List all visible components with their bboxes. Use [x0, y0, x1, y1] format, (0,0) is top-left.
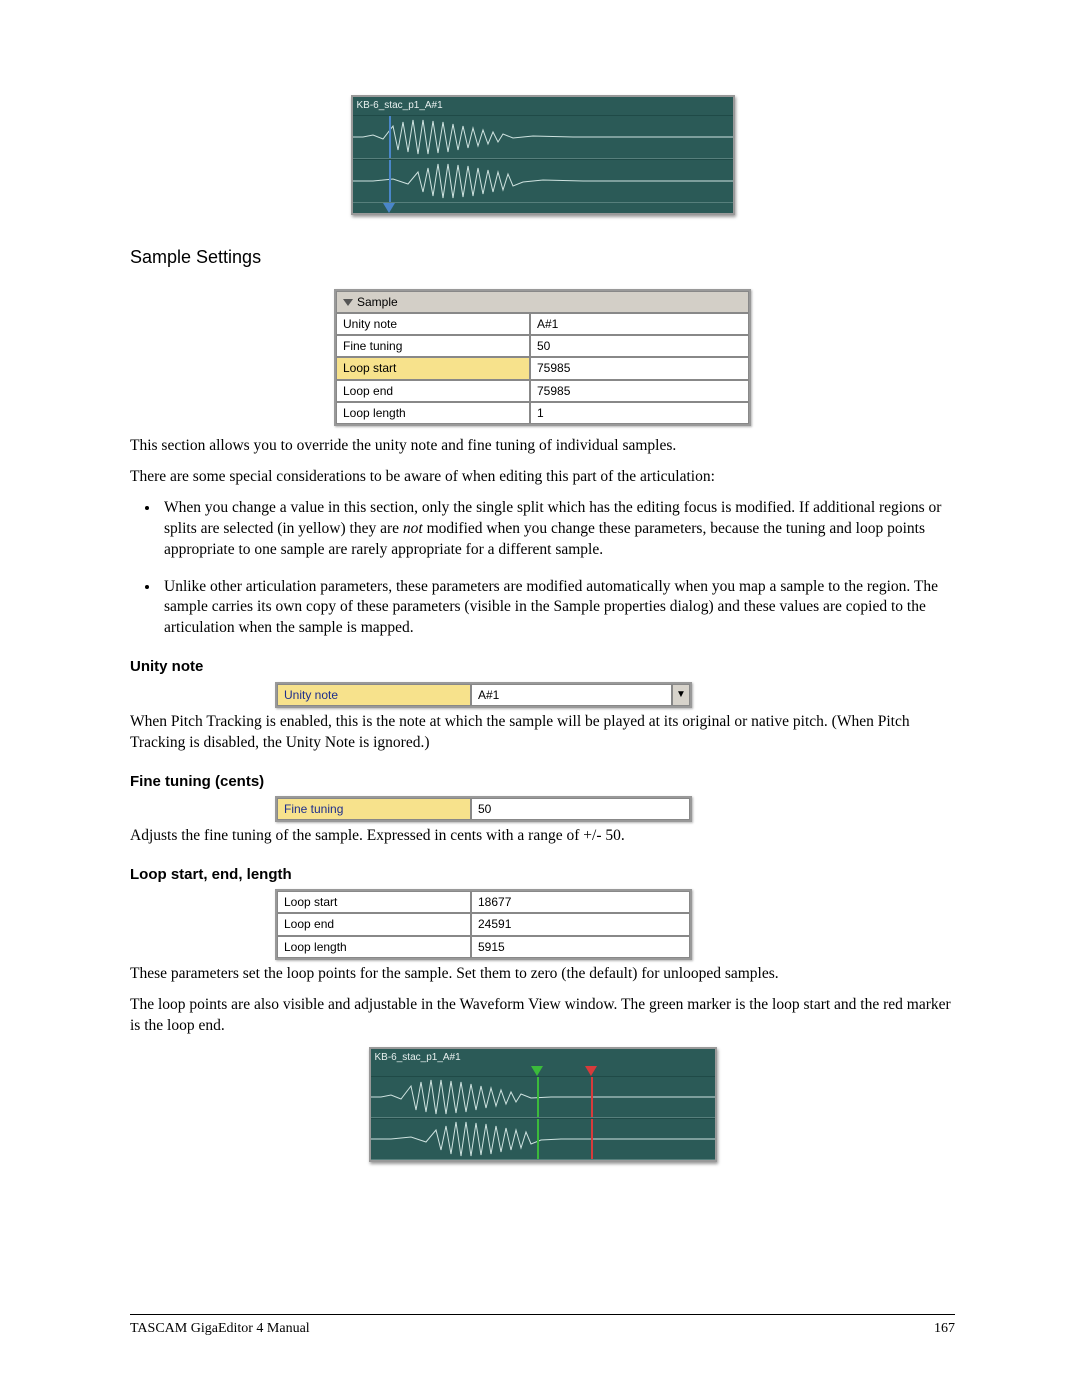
row-label: Unity note: [277, 684, 471, 706]
row-value[interactable]: 75985: [530, 357, 749, 379]
row-label: Loop start: [336, 357, 530, 379]
waveform-channel-right: [353, 159, 733, 203]
collapse-triangle-icon[interactable]: [343, 299, 353, 306]
row-value[interactable]: 18677: [471, 891, 690, 913]
row-label: Loop length: [336, 402, 530, 424]
body-paragraph: These parameters set the loop points for…: [130, 964, 955, 985]
heading-sample-settings: Sample Settings: [130, 245, 955, 269]
waveform-label: KB-6_stac_p1_A#1: [371, 1049, 715, 1067]
row-label: Unity note: [336, 313, 530, 335]
unity-note-field: Unity note A#1 ▼: [275, 682, 692, 708]
table-row[interactable]: Loop start 75985: [336, 357, 749, 379]
loop-end-marker-icon[interactable]: [585, 1066, 597, 1076]
table-row[interactable]: Fine tuning 50: [336, 335, 749, 357]
row-value[interactable]: 50: [471, 798, 690, 820]
fine-tuning-field: Fine tuning 50: [275, 796, 692, 822]
heading-unity-note: Unity note: [130, 657, 955, 677]
sample-settings-table: Sample Unity note A#1 Fine tuning 50 Loo…: [334, 289, 751, 426]
heading-loop: Loop start, end, length: [130, 865, 955, 885]
page-number: 167: [934, 1320, 955, 1339]
dropdown-button[interactable]: ▼: [672, 684, 690, 706]
table-row[interactable]: Loop length 1: [336, 402, 749, 424]
row-label: Loop end: [336, 380, 530, 402]
waveform-channel-right: [371, 1118, 715, 1160]
heading-fine-tuning: Fine tuning (cents): [130, 772, 955, 792]
table-row[interactable]: Unity note A#1: [336, 313, 749, 335]
waveform-view-top: KB-6_stac_p1_A#1: [351, 95, 735, 215]
considerations-list: When you change a value in this section,…: [160, 498, 955, 640]
waveform-channel-left: [353, 115, 733, 159]
row-value[interactable]: 75985: [530, 380, 749, 402]
table-row[interactable]: Loop start 18677: [277, 891, 690, 913]
waveform-view-bottom: KB-6_stac_p1_A#1: [369, 1047, 717, 1163]
table-row[interactable]: Loop length 5915: [277, 936, 690, 958]
sample-table-header[interactable]: Sample: [336, 291, 530, 313]
loop-start-marker-icon[interactable]: [531, 1066, 543, 1076]
row-value[interactable]: A#1: [471, 684, 672, 706]
body-paragraph: The loop points are also visible and adj…: [130, 995, 955, 1037]
waveform-channel-left: [371, 1076, 715, 1118]
table-row[interactable]: Loop end 24591: [277, 913, 690, 935]
row-label: Loop length: [277, 936, 471, 958]
list-item: Unlike other articulation parameters, th…: [160, 577, 955, 640]
row-value[interactable]: A#1: [530, 313, 749, 335]
body-paragraph: There are some special considerations to…: [130, 467, 955, 488]
loop-table: Loop start 18677 Loop end 24591 Loop len…: [275, 889, 692, 960]
list-item: When you change a value in this section,…: [160, 498, 955, 561]
row-label: Loop end: [277, 913, 471, 935]
footer-rule: [130, 1314, 955, 1315]
row-value[interactable]: 50: [530, 335, 749, 357]
body-paragraph: This section allows you to override the …: [130, 436, 955, 457]
row-value[interactable]: 24591: [471, 913, 690, 935]
waveform-label: KB-6_stac_p1_A#1: [353, 97, 733, 115]
footer-title: TASCAM GigaEditor 4 Manual: [130, 1320, 310, 1339]
body-paragraph: Adjusts the fine tuning of the sample. E…: [130, 826, 955, 847]
row-label: Fine tuning: [336, 335, 530, 357]
table-row[interactable]: Unity note A#1 ▼: [277, 684, 690, 706]
row-value[interactable]: 5915: [471, 936, 690, 958]
table-row[interactable]: Loop end 75985: [336, 380, 749, 402]
row-value[interactable]: 1: [530, 402, 749, 424]
row-label: Loop start: [277, 891, 471, 913]
row-label: Fine tuning: [277, 798, 471, 820]
body-paragraph: When Pitch Tracking is enabled, this is …: [130, 712, 955, 754]
table-row[interactable]: Fine tuning 50: [277, 798, 690, 820]
